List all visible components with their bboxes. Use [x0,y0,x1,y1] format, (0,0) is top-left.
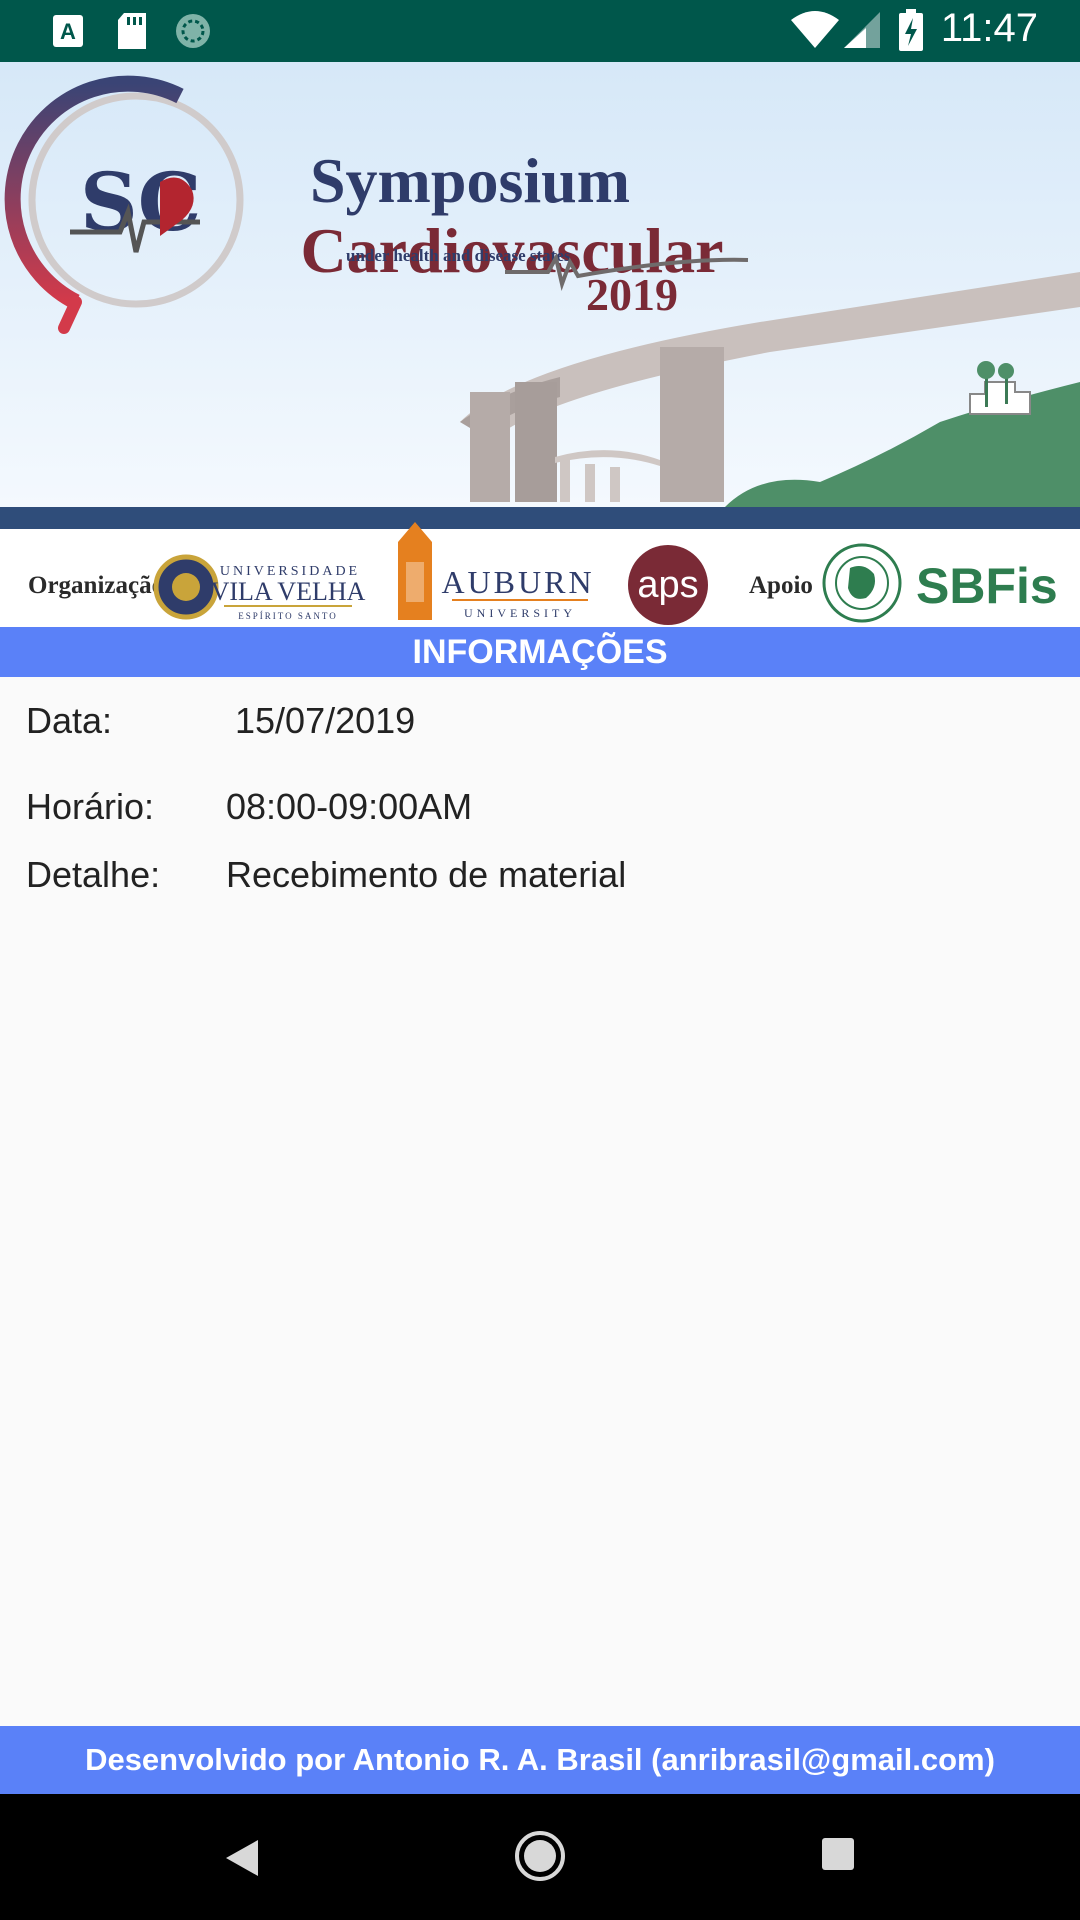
svg-text:ESPÍRITO SANTO: ESPÍRITO SANTO [238,611,337,621]
data-value: 15/07/2019 [235,700,416,741]
svg-text:UNIVERSITY: UNIVERSITY [464,606,576,620]
aps-logo: aps [628,545,708,625]
clock-time: 11:47 [940,6,1038,50]
banner-subtitle: under health and disease states [346,246,571,265]
organizacao-label: Organização [28,572,164,599]
svg-text:AUBURN: AUBURN [441,564,594,600]
uvv-logo: UNIVERSIDADE VILA VELHA ESPÍRITO SANTO [153,554,366,621]
developer-footer: Desenvolvido por Antonio R. A. Brasil (a… [0,1726,1080,1794]
svg-text:SBFis: SBFis [916,558,1058,614]
recents-icon[interactable] [820,1836,856,1877]
horario-value: 08:00-09:00AM [226,786,473,827]
banner-title-symposium: Symposium [310,145,630,216]
apoio-label: Apoio [749,572,813,599]
battery-charging-icon [898,8,924,57]
horario-label: Horário: [26,786,155,827]
banner-year: 2019 [586,269,678,320]
detalhe-value: Recebimento de material [226,854,627,895]
info-section-header: INFORMAÇÕES [0,627,1080,677]
svg-text:VILA VELHA: VILA VELHA [211,577,366,606]
cell-signal-icon [842,10,882,55]
status-bar: A 11:47 [0,0,1080,62]
event-banner: SC Symposium Cardiovascular under health… [0,62,1080,627]
back-icon[interactable] [222,1836,262,1885]
data-label: Data: [26,700,113,741]
svg-text:aps: aps [637,564,698,606]
svg-text:A: A [60,19,76,44]
sd-card-icon [116,12,148,55]
text-a-icon: A [52,14,84,53]
detalhe-label: Detalhe: [26,854,161,895]
navigation-bar [0,1794,1080,1920]
sync-circle-icon [174,12,212,55]
wifi-icon [790,10,840,55]
home-icon[interactable] [514,1830,566,1887]
